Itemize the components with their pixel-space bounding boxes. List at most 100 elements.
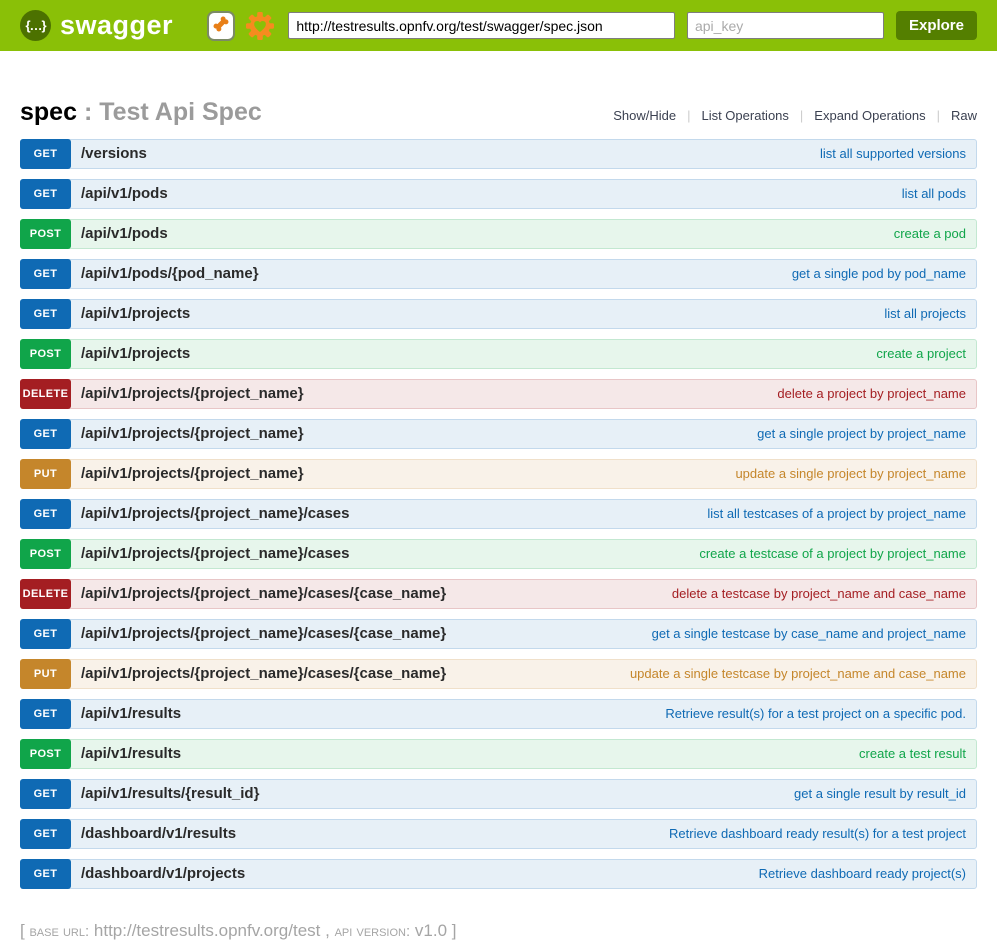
http-method-badge: POST <box>20 339 71 369</box>
endpoint-description: list all supported versions <box>147 140 976 168</box>
http-method-badge: PUT <box>20 459 71 489</box>
endpoint-description: get a single result by result_id <box>259 780 976 808</box>
endpoint-path-link[interactable]: /api/v1/results <box>71 740 181 768</box>
endpoint-row[interactable]: POST /api/v1/pods create a pod <box>20 219 977 249</box>
endpoint-description: update a single project by project_name <box>304 460 976 488</box>
spec-url-input[interactable] <box>288 12 675 39</box>
endpoint-row[interactable]: GET /api/v1/pods list all pods <box>20 179 977 209</box>
http-method-badge: GET <box>20 859 71 889</box>
endpoint-path-link[interactable]: /dashboard/v1/projects <box>71 860 245 888</box>
endpoint-description: get a single project by project_name <box>304 420 976 448</box>
wrench-icon <box>210 13 232 38</box>
http-method-badge: GET <box>20 259 71 289</box>
http-method-badge: DELETE <box>20 579 71 609</box>
api-key-input[interactable] <box>687 12 884 39</box>
endpoint-description: Retrieve result(s) for a test project on… <box>181 700 976 728</box>
http-method-badge: DELETE <box>20 379 71 409</box>
http-method-badge: GET <box>20 139 71 169</box>
endpoint-path-link[interactable]: /api/v1/projects/{project_name} <box>71 460 304 488</box>
api-version-label: api version: <box>335 923 411 940</box>
action-list-operations[interactable]: List Operations <box>690 108 799 123</box>
endpoint-row[interactable]: GET /dashboard/v1/projects Retrieve dash… <box>20 859 977 889</box>
footer-bracket-open: [ <box>20 921 25 940</box>
http-method-badge: POST <box>20 539 71 569</box>
endpoint-row[interactable]: GET /api/v1/results Retrieve result(s) f… <box>20 699 977 729</box>
swagger-logo-icon: {…} <box>20 10 51 41</box>
endpoint-row[interactable]: GET /api/v1/projects list all projects <box>20 299 977 329</box>
endpoint-row[interactable]: PUT /api/v1/projects/{project_name}/case… <box>20 659 977 689</box>
http-method-badge: POST <box>20 219 71 249</box>
endpoint-row[interactable]: GET /dashboard/v1/results Retrieve dashb… <box>20 819 977 849</box>
header-bar: {…} swagger <box>0 0 997 51</box>
endpoint-path-link[interactable]: /api/v1/pods/{pod_name} <box>71 260 259 288</box>
endpoint-path-link[interactable]: /api/v1/projects <box>71 340 190 368</box>
swagger-brand-link[interactable]: {…} swagger <box>20 10 173 41</box>
endpoint-description: delete a project by project_name <box>304 380 976 408</box>
endpoint-description: create a testcase of a project by projec… <box>349 540 976 568</box>
endpoint-path-link[interactable]: /api/v1/results/{result_id} <box>71 780 259 808</box>
endpoint-list: GET /versions list all supported version… <box>20 139 977 889</box>
endpoint-row[interactable]: POST /api/v1/results create a test resul… <box>20 739 977 769</box>
endpoint-description: Retrieve dashboard ready result(s) for a… <box>236 820 976 848</box>
endpoint-description: list all projects <box>190 300 976 328</box>
endpoint-description: create a project <box>190 340 976 368</box>
resource-name[interactable]: spec <box>20 98 77 126</box>
endpoint-path-link[interactable]: /api/v1/pods <box>71 220 168 248</box>
logo-glyph: {…} <box>25 18 45 33</box>
resource-title: : Test Api Spec <box>84 98 262 126</box>
api-version-value: v1.0 <box>415 921 447 940</box>
endpoint-path-link[interactable]: /api/v1/projects <box>71 300 190 328</box>
endpoint-description: list all pods <box>168 180 976 208</box>
endpoint-description: Retrieve dashboard ready project(s) <box>245 860 976 888</box>
endpoint-path-link[interactable]: /dashboard/v1/results <box>71 820 236 848</box>
gear-heart-icon <box>244 10 276 42</box>
action-show-hide[interactable]: Show/Hide <box>602 108 687 123</box>
http-method-badge: GET <box>20 779 71 809</box>
endpoint-path-link[interactable]: /api/v1/projects/{project_name}/cases/{c… <box>71 620 446 648</box>
endpoint-description: get a single testcase by case_name and p… <box>446 620 976 648</box>
endpoint-row[interactable]: GET /api/v1/projects/{project_name} get … <box>20 419 977 449</box>
http-method-badge: GET <box>20 499 71 529</box>
http-method-badge: GET <box>20 619 71 649</box>
endpoint-row[interactable]: POST /api/v1/projects/{project_name}/cas… <box>20 539 977 569</box>
endpoint-row[interactable]: PUT /api/v1/projects/{project_name} upda… <box>20 459 977 489</box>
endpoint-path-link[interactable]: /api/v1/pods <box>71 180 168 208</box>
endpoint-path-link[interactable]: /api/v1/results <box>71 700 181 728</box>
endpoint-row[interactable]: POST /api/v1/projects create a project <box>20 339 977 369</box>
endpoint-path-link[interactable]: /api/v1/projects/{project_name}/cases/{c… <box>71 660 446 688</box>
footer-comma: , <box>325 921 330 940</box>
endpoint-description: list all testcases of a project by proje… <box>349 500 976 528</box>
page-title: spec : Test Api Spec <box>20 98 262 127</box>
explore-button[interactable]: Explore <box>896 11 977 40</box>
endpoint-description: create a pod <box>168 220 976 248</box>
endpoint-description: delete a testcase by project_name and ca… <box>446 580 976 608</box>
resource-section: spec : Test Api Spec Show/Hide|List Oper… <box>20 98 977 889</box>
endpoint-row[interactable]: GET /api/v1/pods/{pod_name} get a single… <box>20 259 977 289</box>
endpoint-row[interactable]: GET /api/v1/results/{result_id} get a si… <box>20 779 977 809</box>
http-method-badge: GET <box>20 819 71 849</box>
base-url-label: base url: <box>29 923 89 940</box>
http-method-badge: GET <box>20 299 71 329</box>
footer-bracket-close: ] <box>452 921 457 940</box>
endpoint-path-link[interactable]: /versions <box>71 140 147 168</box>
http-method-badge: GET <box>20 179 71 209</box>
endpoint-path-link[interactable]: /api/v1/projects/{project_name}/cases <box>71 540 349 568</box>
endpoint-path-link[interactable]: /api/v1/projects/{project_name}/cases <box>71 500 349 528</box>
action-expand-operations[interactable]: Expand Operations <box>803 108 936 123</box>
endpoint-row[interactable]: GET /api/v1/projects/{project_name}/case… <box>20 619 977 649</box>
http-method-badge: GET <box>20 699 71 729</box>
endpoint-row[interactable]: GET /api/v1/projects/{project_name}/case… <box>20 499 977 529</box>
endpoint-path-link[interactable]: /api/v1/projects/{project_name}/cases/{c… <box>71 580 446 608</box>
wrench-button[interactable] <box>207 11 235 41</box>
http-method-badge: PUT <box>20 659 71 689</box>
endpoint-row[interactable]: DELETE /api/v1/projects/{project_name} d… <box>20 379 977 409</box>
http-method-badge: GET <box>20 419 71 449</box>
endpoint-path-link[interactable]: /api/v1/projects/{project_name} <box>71 380 304 408</box>
action-raw[interactable]: Raw <box>940 108 977 123</box>
http-method-badge: POST <box>20 739 71 769</box>
resource-actions: Show/Hide|List Operations|Expand Operati… <box>602 108 977 123</box>
endpoint-description: get a single pod by pod_name <box>259 260 976 288</box>
endpoint-row[interactable]: DELETE /api/v1/projects/{project_name}/c… <box>20 579 977 609</box>
endpoint-path-link[interactable]: /api/v1/projects/{project_name} <box>71 420 304 448</box>
endpoint-row[interactable]: GET /versions list all supported version… <box>20 139 977 169</box>
